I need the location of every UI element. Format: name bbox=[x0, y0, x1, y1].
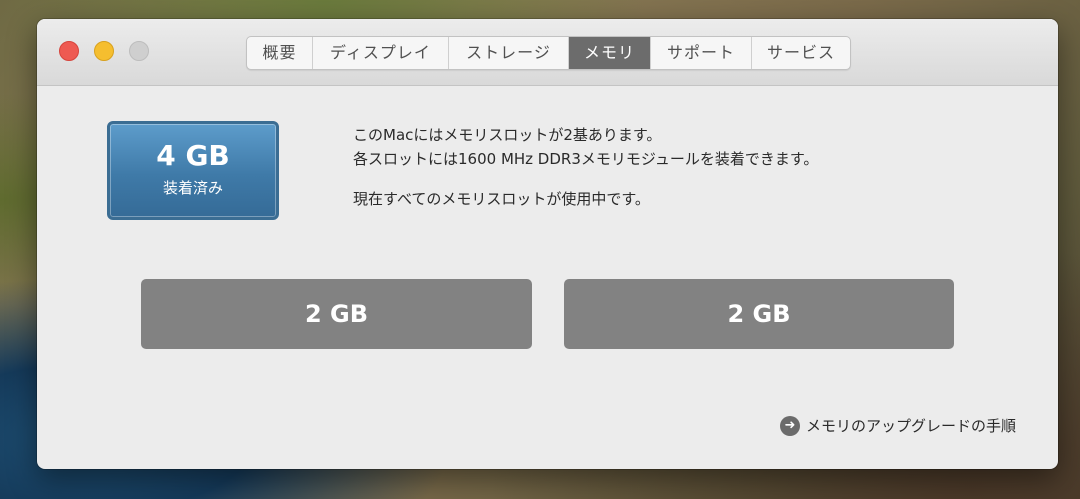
info-slot-usage: 現在すべてのメモリスロットが使用中です。 bbox=[353, 190, 650, 208]
close-button[interactable] bbox=[59, 41, 79, 61]
zoom-button[interactable] bbox=[129, 41, 149, 61]
tab-overview[interactable]: 概要 bbox=[247, 37, 313, 69]
arrow-right-circle-icon: ➜ bbox=[779, 415, 800, 436]
title-bar: 概要 ディスプレイ ストレージ メモリ サポート サービス bbox=[37, 19, 1058, 86]
memory-slot-2: 2 GB bbox=[564, 279, 954, 349]
memory-upgrade-link-label: メモリのアップグレードの手順 bbox=[805, 417, 1016, 435]
tab-bar: 概要 ディスプレイ ストレージ メモリ サポート サービス bbox=[246, 36, 851, 70]
installed-memory-size: 4 GB bbox=[156, 139, 230, 172]
installed-memory-label: 装着済み bbox=[162, 179, 223, 197]
installed-memory-chip: 4 GB 装着済み bbox=[107, 121, 279, 220]
memory-info-text: このMacにはメモリスロットが2基あります。 各スロットには1600 MHz D… bbox=[353, 123, 818, 211]
tab-storage[interactable]: ストレージ bbox=[449, 37, 569, 69]
info-slot-count: このMacにはメモリスロットが2基あります。 bbox=[353, 126, 662, 144]
tab-support[interactable]: サポート bbox=[651, 37, 752, 69]
memory-upgrade-link[interactable]: ➜ メモリのアップグレードの手順 bbox=[779, 415, 1016, 436]
tab-service[interactable]: サービス bbox=[752, 37, 850, 69]
about-this-mac-window: 概要 ディスプレイ ストレージ メモリ サポート サービス 4 GB 装着済み … bbox=[37, 19, 1058, 469]
minimize-button[interactable] bbox=[94, 41, 114, 61]
tab-displays[interactable]: ディスプレイ bbox=[313, 37, 449, 69]
memory-slot-1: 2 GB bbox=[141, 279, 532, 349]
info-module-spec: 各スロットには1600 MHz DDR3メモリモジュールを装着できます。 bbox=[353, 150, 819, 168]
tab-memory[interactable]: メモリ bbox=[569, 37, 651, 69]
